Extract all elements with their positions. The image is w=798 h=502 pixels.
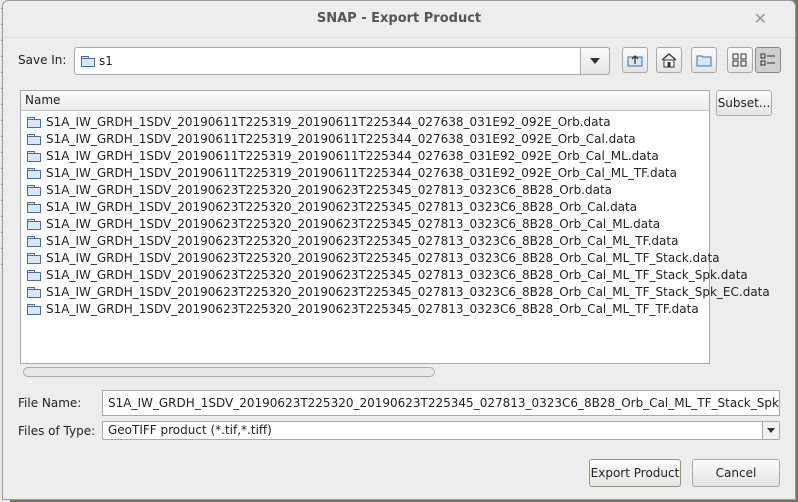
list-item[interactable]: S1A_IW_GRDH_1SDV_20190623T225320_2019062… — [21, 267, 748, 284]
chevron-down-icon — [767, 428, 775, 433]
list-item-label: S1A_IW_GRDH_1SDV_20190623T225320_2019062… — [46, 302, 699, 316]
folder-icon — [27, 236, 41, 247]
new-folder-button[interactable] — [691, 47, 717, 73]
folder-icon — [27, 117, 41, 128]
close-icon[interactable]: ✕ — [754, 9, 767, 28]
scrollbar-thumb[interactable] — [23, 367, 435, 377]
chevron-down-icon — [590, 58, 600, 64]
list-item-label: S1A_IW_GRDH_1SDV_20190623T225320_2019062… — [46, 251, 720, 265]
save-in-label: Save In: — [18, 53, 67, 67]
cancel-button[interactable]: Cancel — [692, 459, 780, 487]
details-view-button[interactable] — [755, 47, 781, 73]
folder-icon — [27, 287, 41, 298]
folder-icon — [27, 151, 41, 162]
list-item[interactable]: S1A_IW_GRDH_1SDV_20190623T225320_2019062… — [21, 250, 720, 267]
list-item[interactable]: S1A_IW_GRDH_1SDV_20190623T225320_2019062… — [21, 182, 709, 199]
list-item-label: S1A_IW_GRDH_1SDV_20190623T225320_2019062… — [46, 200, 638, 214]
folder-icon — [27, 168, 41, 179]
horizontal-scrollbar[interactable] — [20, 364, 710, 378]
list-item[interactable]: S1A_IW_GRDH_1SDV_20190623T225320_2019062… — [21, 301, 709, 318]
save-in-combo[interactable]: s1 — [74, 47, 610, 75]
new-folder-icon — [696, 55, 712, 67]
list-item[interactable]: S1A_IW_GRDH_1SDV_20190623T225320_2019062… — [21, 216, 709, 233]
list-item-label: S1A_IW_GRDH_1SDV_20190623T225320_2019062… — [46, 234, 679, 248]
folder-icon — [27, 219, 41, 230]
folder-icon — [81, 56, 95, 67]
file-name-label: File Name: — [18, 396, 82, 410]
file-list-rows: S1A_IW_GRDH_1SDV_20190611T225319_2019061… — [21, 111, 770, 318]
list-item[interactable]: S1A_IW_GRDH_1SDV_20190623T225320_2019062… — [21, 199, 709, 216]
save-in-value: s1 — [99, 54, 113, 68]
list-view-button[interactable] — [727, 47, 753, 73]
dialog-title: SNAP - Export Product — [316, 11, 482, 26]
folder-icon — [27, 304, 41, 315]
up-one-level-button[interactable] — [622, 47, 648, 73]
list-item-label: S1A_IW_GRDH_1SDV_20190611T225319_2019061… — [46, 132, 636, 146]
list-item[interactable]: S1A_IW_GRDH_1SDV_20190611T225319_2019061… — [21, 165, 709, 182]
home-icon — [661, 53, 677, 68]
list-item[interactable]: S1A_IW_GRDH_1SDV_20190611T225319_2019061… — [21, 148, 709, 165]
list-item-label: S1A_IW_GRDH_1SDV_20190611T225319_2019061… — [46, 149, 659, 163]
folder-icon — [27, 270, 41, 281]
list-view-icon — [732, 53, 747, 67]
folder-icon — [27, 134, 41, 145]
files-of-type-value: GeoTIFF product (*.tif,*.tiff) — [108, 423, 272, 437]
files-of-type-select[interactable]: GeoTIFF product (*.tif,*.tiff) — [102, 421, 780, 440]
home-button[interactable] — [656, 47, 682, 73]
file-list[interactable]: Name S1A_IW_GRDH_1SDV_20190611T225319_20… — [20, 90, 770, 364]
folder-icon — [27, 185, 41, 196]
column-header-name[interactable]: Name — [21, 91, 709, 111]
export-product-button[interactable]: Export Product — [589, 459, 681, 487]
list-item-label: S1A_IW_GRDH_1SDV_20190623T225320_2019062… — [46, 285, 770, 299]
list-item-label: S1A_IW_GRDH_1SDV_20190623T225320_2019062… — [46, 217, 661, 231]
subset-button[interactable]: Subset... — [716, 90, 772, 116]
list-item[interactable]: S1A_IW_GRDH_1SDV_20190611T225319_2019061… — [21, 131, 709, 148]
list-item[interactable]: S1A_IW_GRDH_1SDV_20190623T225320_2019062… — [21, 284, 770, 301]
save-in-dropdown-button[interactable] — [580, 47, 610, 75]
folder-icon — [27, 253, 41, 264]
file-name-input[interactable]: S1A_IW_GRDH_1SDV_20190623T225320_2019062… — [102, 390, 780, 416]
files-of-type-label: Files of Type: — [18, 424, 96, 438]
folder-icon — [27, 202, 41, 213]
files-of-type-dropdown-button[interactable] — [762, 422, 779, 439]
list-item[interactable]: S1A_IW_GRDH_1SDV_20190611T225319_2019061… — [21, 114, 709, 131]
list-item-label: S1A_IW_GRDH_1SDV_20190623T225320_2019062… — [46, 183, 613, 197]
list-item[interactable]: S1A_IW_GRDH_1SDV_20190623T225320_2019062… — [21, 233, 709, 250]
export-product-dialog: SNAP - Export Product ✕ Save In: s1 Name… — [2, 0, 796, 500]
title-bar: SNAP - Export Product ✕ — [3, 1, 795, 38]
up-one-level-icon — [627, 55, 643, 67]
list-item-label: S1A_IW_GRDH_1SDV_20190611T225319_2019061… — [46, 115, 611, 129]
list-item-label: S1A_IW_GRDH_1SDV_20190611T225319_2019061… — [46, 166, 677, 180]
list-item-label: S1A_IW_GRDH_1SDV_20190623T225320_2019062… — [46, 268, 748, 282]
details-view-icon — [760, 53, 775, 66]
